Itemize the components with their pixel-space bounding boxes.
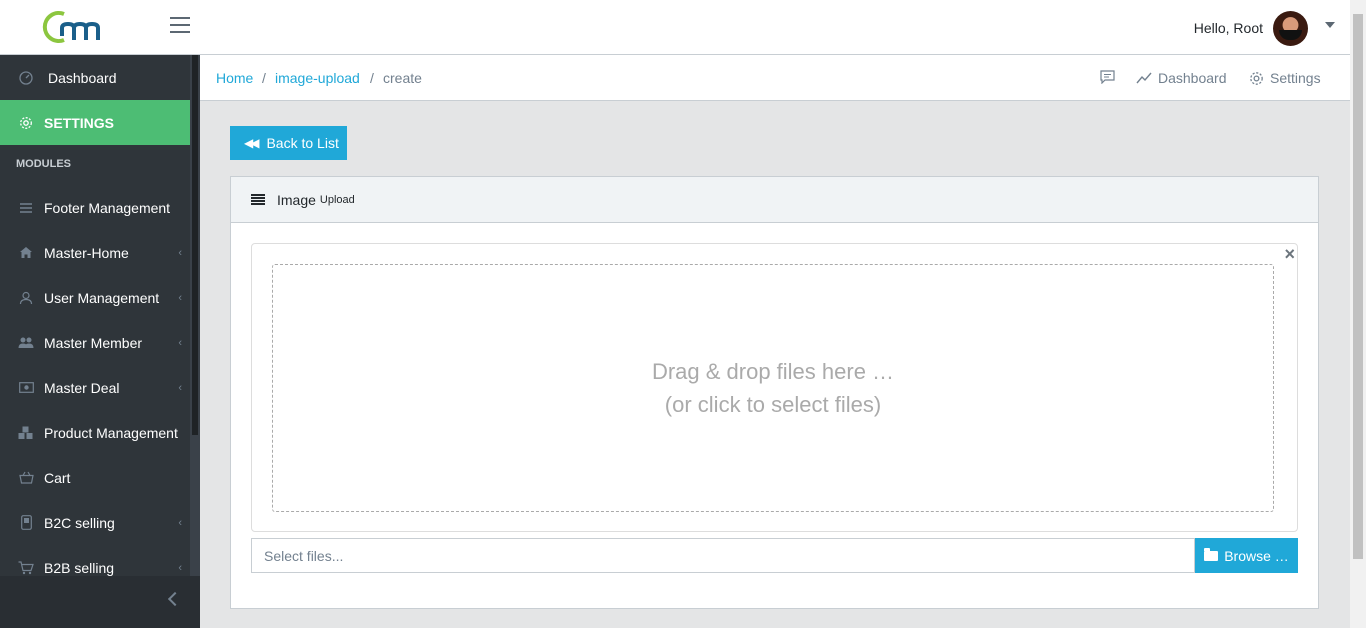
sidebar-scrollbar[interactable]	[190, 55, 200, 576]
browse-label: Browse …	[1224, 547, 1289, 564]
file-preview-area: × Drag & drop files here … (or click to …	[251, 243, 1298, 532]
sidebar-item-label: Footer Management	[44, 199, 171, 216]
sidebar-item-master-home[interactable]: Master-Home ‹	[0, 230, 190, 275]
back-to-list-button[interactable]: ◀◀ Back to List	[230, 126, 347, 160]
chevron-left-icon: ‹	[178, 562, 182, 574]
drop-zone-subtext: (or click to select files)	[664, 392, 882, 417]
sidebar-item-label: Master-Home	[44, 244, 129, 261]
chevron-left-icon: ‹	[178, 292, 182, 304]
sidebar-item-label: Cart	[44, 469, 71, 486]
close-icon[interactable]: ×	[1284, 244, 1295, 265]
speech-icon	[1100, 70, 1115, 84]
list-icon	[251, 193, 265, 206]
folder-open-icon	[1204, 547, 1219, 561]
user-greeting: Hello, Root	[1193, 20, 1263, 36]
sidebar-item-label: Dashboard	[48, 69, 117, 86]
breadcrumb-current: create	[383, 70, 422, 86]
sidebar-item-footer-management[interactable]: Footer Management	[0, 185, 190, 230]
sidebar: Dashboard SETTINGS MODULES Footer Manage…	[0, 55, 200, 628]
user-icon	[18, 290, 34, 306]
sidebar-item-dashboard[interactable]: Dashboard	[0, 55, 190, 100]
breadcrumb-separator: /	[370, 70, 374, 86]
sidebar-item-product-management[interactable]: Product Management	[0, 410, 190, 455]
drop-zone[interactable]: Drag & drop files here … (or click to se…	[272, 264, 1274, 512]
home-icon	[18, 245, 34, 261]
breadcrumb-dashboard-link[interactable]: Dashboard	[1136, 70, 1227, 86]
breadcrumb: Home / image-upload / create Dashboard S…	[200, 55, 1350, 101]
menu-icon	[18, 200, 34, 216]
user-avatar[interactable]	[1273, 11, 1308, 46]
sidebar-toggle-button[interactable]	[170, 17, 190, 35]
phone-icon	[18, 515, 34, 531]
backward-icon: ◀◀	[244, 136, 260, 150]
page-scrollbar[interactable]	[1350, 0, 1366, 628]
sidebar-item-label: Master Member	[44, 334, 143, 351]
people-icon	[18, 335, 34, 351]
breadcrumb-separator: /	[262, 70, 266, 86]
breadcrumb-settings-label: Settings	[1270, 70, 1321, 86]
top-header: Hello, Root	[0, 0, 1350, 55]
user-menu-caret-icon[interactable]	[1325, 22, 1335, 28]
cart-icon	[18, 560, 34, 576]
speedometer-icon	[18, 70, 34, 86]
sidebar-item-cart[interactable]: Cart	[0, 455, 190, 500]
gear-icon	[1250, 71, 1263, 85]
sidebar-item-b2c-selling[interactable]: B2C selling ‹	[0, 500, 190, 545]
sidebar-item-settings[interactable]: SETTINGS	[0, 100, 190, 145]
file-name-input[interactable]	[251, 538, 1195, 573]
browse-button[interactable]: Browse …	[1195, 538, 1298, 573]
sidebar-item-master-deal[interactable]: Master Deal ‹	[0, 365, 190, 410]
sidebar-item-label: User Management	[44, 289, 160, 306]
card-title: Image	[277, 191, 316, 208]
money-icon	[18, 380, 34, 396]
sidebar-item-label: Master Deal	[44, 379, 120, 396]
card-header: Image Upload	[231, 177, 1318, 223]
chevron-left-icon: ‹	[178, 247, 182, 259]
chevron-left-icon: ‹	[178, 337, 182, 349]
sidebar-section-title: MODULES	[16, 158, 71, 170]
brand-logo[interactable]	[40, 8, 114, 46]
breadcrumb-dashboard-label: Dashboard	[1158, 70, 1227, 86]
drop-zone-text: Drag & drop files here …	[651, 359, 895, 384]
cubes-icon	[18, 425, 34, 441]
graph-icon	[1136, 72, 1152, 84]
breadcrumb-image-upload-link[interactable]: image-upload	[275, 70, 360, 86]
messages-button[interactable]	[1100, 70, 1121, 84]
breadcrumb-home-link[interactable]: Home	[216, 70, 253, 86]
sidebar-item-label: B2C selling	[44, 514, 115, 531]
card-title-small: Upload	[319, 193, 355, 206]
chevron-left-icon: ‹	[178, 517, 182, 529]
back-to-list-label: Back to List	[266, 135, 339, 151]
sidebar-item-label: B2B selling	[44, 559, 115, 576]
sidebar-minimizer-button[interactable]	[0, 576, 200, 628]
gear-icon	[18, 115, 34, 131]
breadcrumb-settings-link[interactable]: Settings	[1249, 70, 1321, 86]
sidebar-item-master-member[interactable]: Master Member ‹	[0, 320, 190, 365]
chevron-left-icon	[167, 591, 183, 607]
image-upload-card: Image Upload × Drag & drop files here … …	[230, 176, 1319, 609]
sidebar-item-label: Product Management	[44, 424, 178, 441]
sidebar-item-label: SETTINGS	[44, 114, 115, 131]
chevron-left-icon: ‹	[178, 382, 182, 394]
basket-icon	[18, 470, 34, 486]
sidebar-item-user-management[interactable]: User Management ‹	[0, 275, 190, 320]
